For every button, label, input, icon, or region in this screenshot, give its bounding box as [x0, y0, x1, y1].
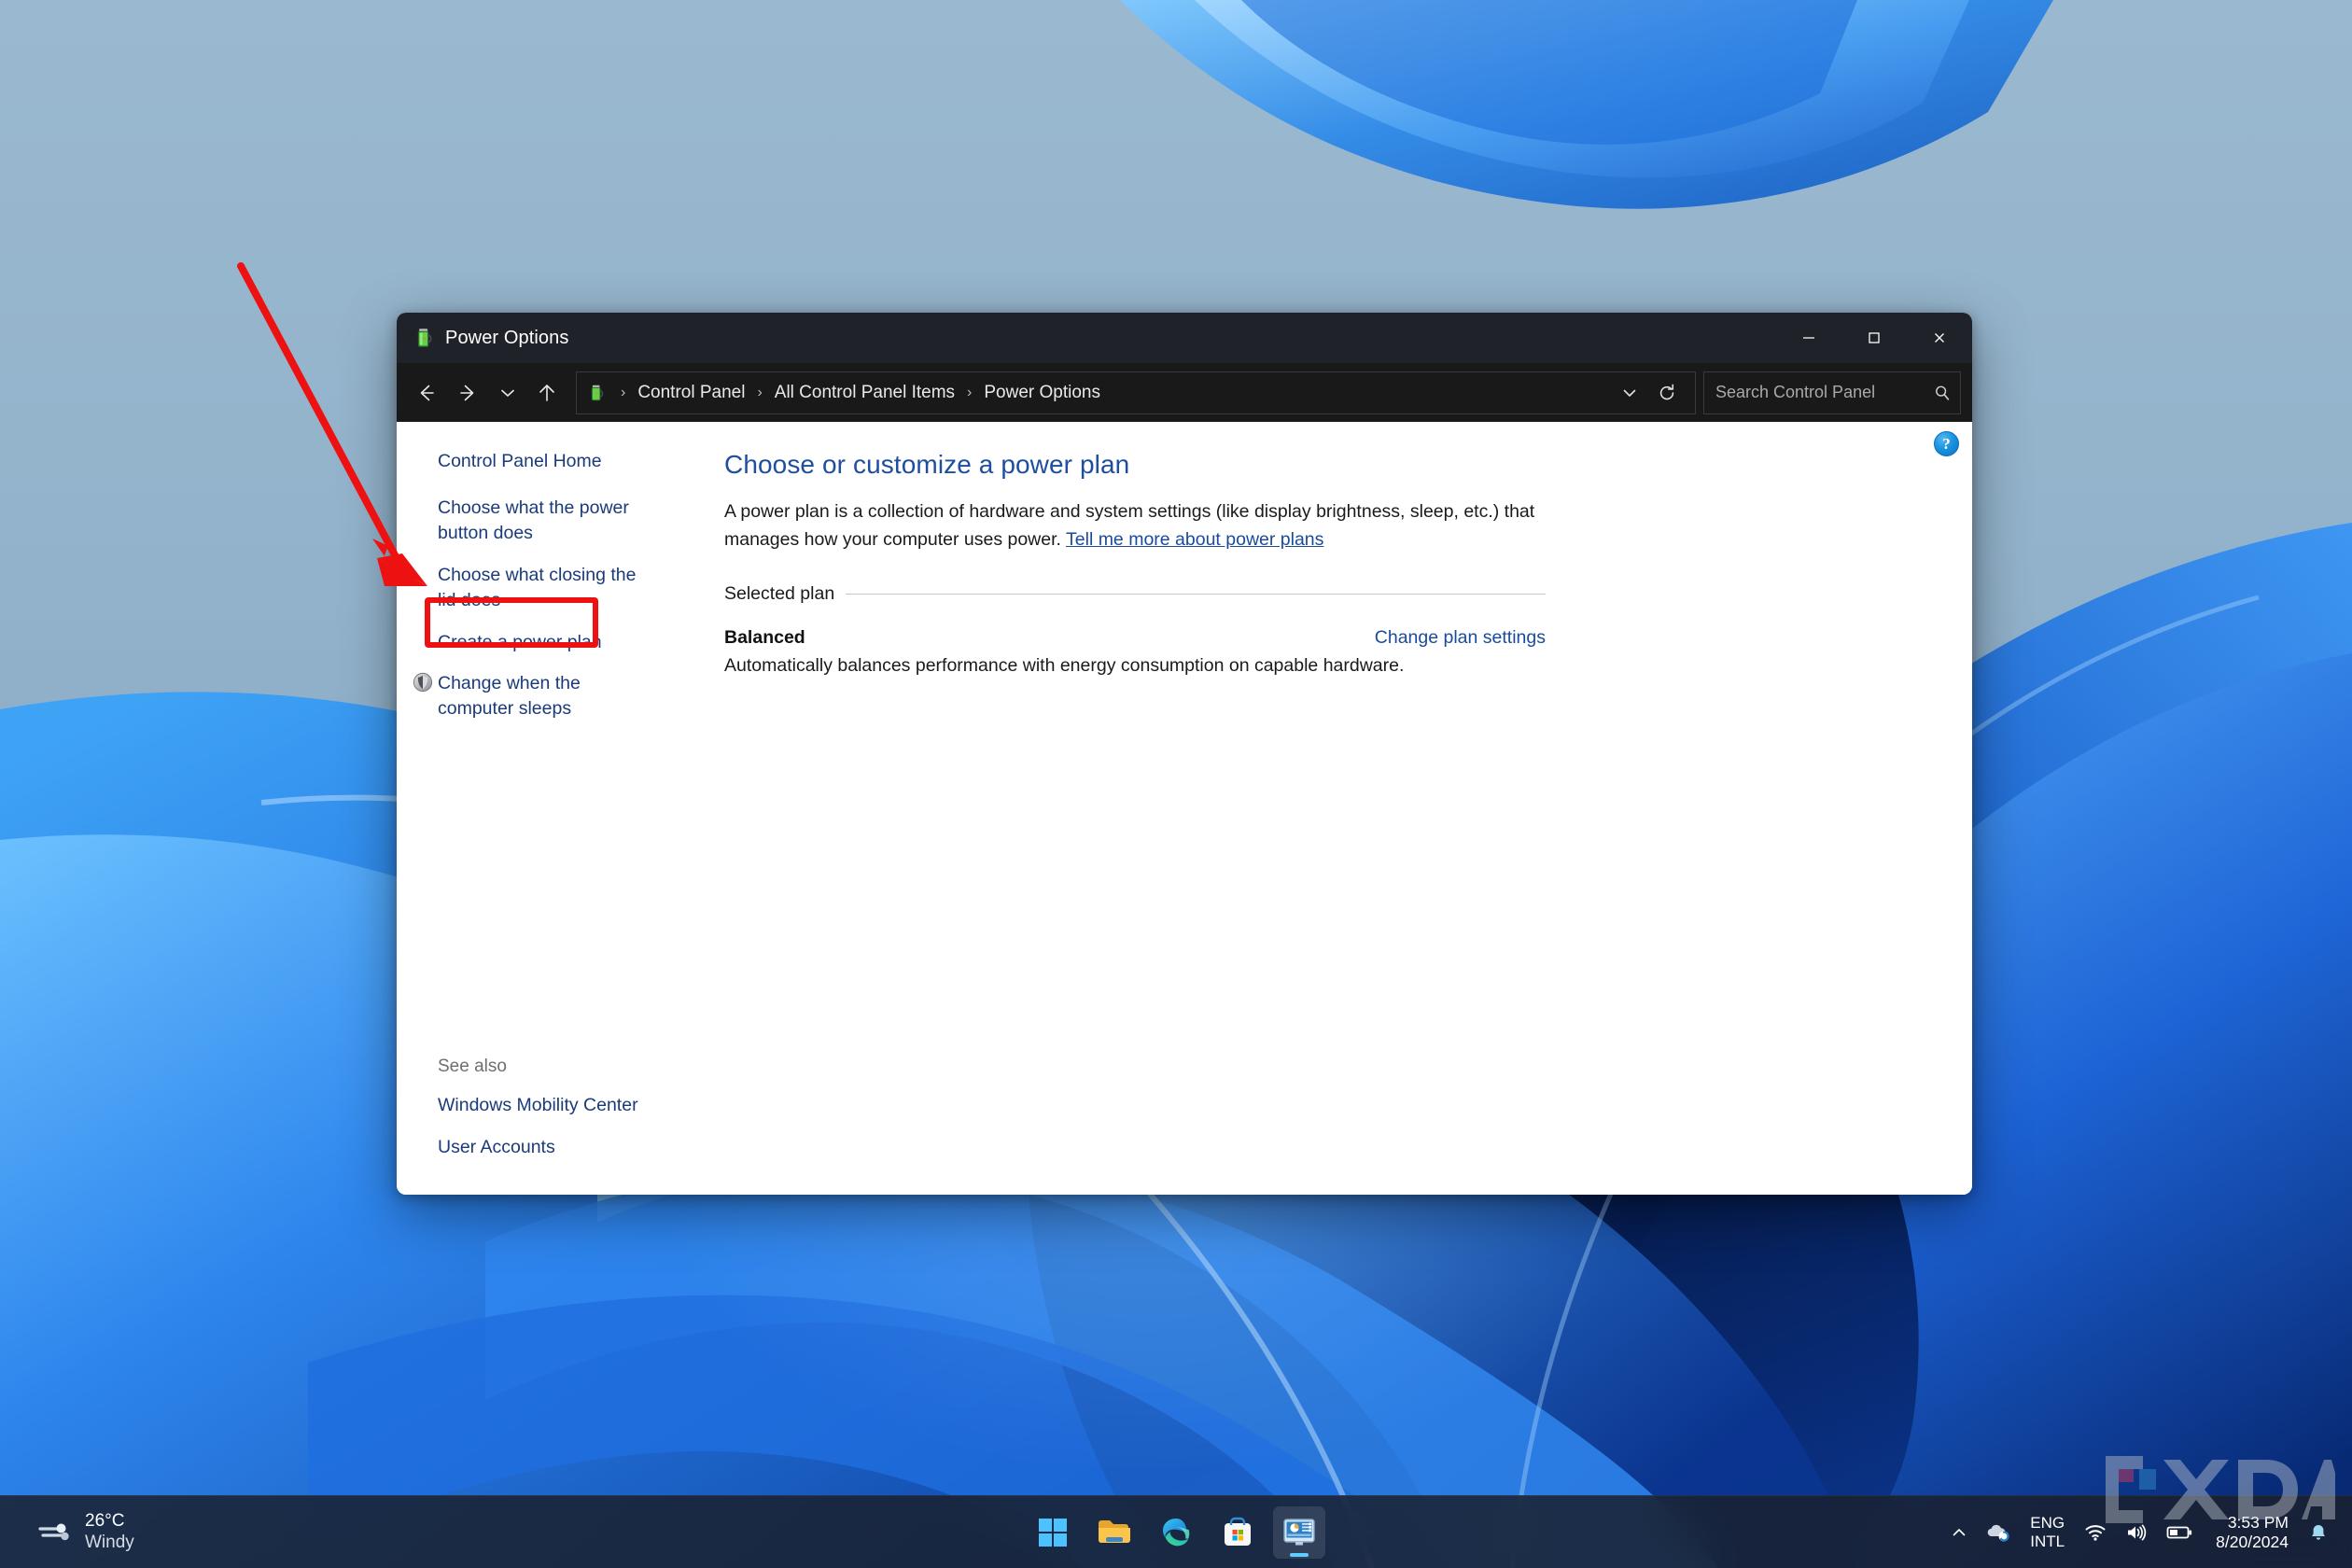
window-title: Power Options: [445, 328, 568, 349]
desktop: Power Options: [0, 0, 2352, 1568]
sidebar-see-also: See also Windows Mobility Center User Ac…: [397, 1057, 681, 1195]
breadcrumb[interactable]: › Control Panel › All Control Panel Item…: [576, 371, 1696, 414]
control-panel-button[interactable]: [1273, 1506, 1325, 1559]
network-button[interactable]: [2076, 1517, 2115, 1548]
windy-icon: [37, 1517, 75, 1548]
breadcrumb-separator-1: ›: [749, 385, 770, 401]
search-input[interactable]: [1715, 383, 1932, 402]
notifications-button[interactable]: [2300, 1516, 2337, 1549]
sidebar-item-windows-mobility-center[interactable]: Windows Mobility Center: [438, 1090, 672, 1121]
window-body: Control Panel Home Choose what the power…: [397, 422, 1972, 1195]
breadcrumb-separator-0: ›: [612, 385, 634, 401]
language-primary: ENG: [2030, 1514, 2065, 1533]
sidebar-gap: [397, 616, 668, 627]
show-hidden-icons-button[interactable]: [1942, 1518, 1976, 1547]
breadcrumb-item-all-control-panel-items[interactable]: All Control Panel Items: [771, 381, 959, 405]
sidebar-item-closing-lid[interactable]: Choose what closing the lid does: [438, 560, 659, 616]
sidebar-item-computer-sleeps[interactable]: Change when the computer sleeps: [438, 668, 659, 724]
refresh-icon[interactable]: [1648, 372, 1686, 413]
plan-name: Balanced: [724, 627, 805, 649]
microsoft-store-button[interactable]: [1211, 1506, 1264, 1559]
window-titlebar[interactable]: Power Options: [397, 313, 1972, 363]
sidebar-gap: [397, 549, 668, 560]
recent-locations-button[interactable]: [490, 371, 525, 414]
sidebar-row-computer-sleeps: Change when the computer sleeps: [397, 668, 668, 724]
clock[interactable]: 3:53 PM 8/20/2024: [2206, 1508, 2298, 1557]
control-panel-icon: [1282, 1517, 1316, 1548]
start-button[interactable]: [1027, 1506, 1079, 1559]
microsoft-edge-button[interactable]: [1150, 1506, 1202, 1559]
power-options-window: Power Options: [397, 313, 1972, 1195]
search-box[interactable]: [1703, 371, 1961, 414]
taskbar-apps: [1027, 1506, 1325, 1559]
battery-icon: [2166, 1524, 2192, 1541]
minimize-button[interactable]: [1776, 313, 1841, 363]
weather-widget[interactable]: 26°C Windy: [26, 1506, 146, 1558]
chevron-up-icon: [1951, 1524, 1967, 1541]
volume-button[interactable]: [2117, 1517, 2156, 1548]
previous-locations-chevron-icon[interactable]: [1611, 372, 1648, 413]
store-icon: [1222, 1517, 1253, 1548]
folder-icon: [1097, 1517, 1132, 1548]
plan-row: Balanced Change plan settings: [724, 627, 1546, 649]
breadcrumb-item-control-panel[interactable]: Control Panel: [634, 381, 749, 405]
windows-logo-icon: [1037, 1517, 1069, 1548]
up-button[interactable]: [525, 371, 568, 414]
weather-text: 26°C Windy: [85, 1511, 134, 1553]
search-icon[interactable]: [1932, 383, 1953, 403]
weather-condition: Windy: [85, 1533, 134, 1553]
sidebar-gap: [397, 1121, 681, 1132]
change-plan-settings-link[interactable]: Change plan settings: [1375, 627, 1546, 649]
address-bar: › Control Panel › All Control Panel Item…: [397, 363, 1972, 422]
page-title: Choose or customize a power plan: [724, 450, 1940, 480]
selected-plan-group-header: Selected plan: [724, 583, 1546, 605]
admin-shield-icon: [413, 672, 433, 693]
back-button[interactable]: [404, 371, 447, 414]
maximize-button[interactable]: [1841, 313, 1907, 363]
breadcrumb-item-power-options[interactable]: Power Options: [980, 381, 1104, 405]
sidebar-item-power-button[interactable]: Choose what the power button does: [438, 493, 659, 549]
sidebar-item-create-power-plan[interactable]: Create a power plan: [438, 627, 659, 658]
sidebar-gap: [397, 657, 668, 668]
clock-time: 3:53 PM: [2228, 1513, 2289, 1533]
sidebar-item-control-panel-home[interactable]: Control Panel Home: [438, 446, 659, 477]
help-icon[interactable]: ?: [1934, 431, 1959, 456]
language-secondary: INTL: [2030, 1533, 2065, 1551]
notification-bell-icon: [2308, 1522, 2329, 1543]
page-description: A power plan is a collection of hardware…: [724, 498, 1564, 553]
sidebar-top-links: Control Panel Home Choose what the power…: [397, 446, 681, 724]
volume-icon: [2125, 1523, 2148, 1542]
group-header-rule: [846, 594, 1546, 595]
breadcrumb-separator-2: ›: [959, 385, 980, 401]
tell-me-more-link[interactable]: Tell me more about power plans: [1066, 529, 1323, 550]
weather-temperature: 26°C: [85, 1511, 134, 1532]
system-tray: ENG INTL: [1942, 1508, 2337, 1557]
battery-button[interactable]: [2158, 1518, 2201, 1547]
forward-button[interactable]: [447, 371, 490, 414]
language-indicator[interactable]: ENG INTL: [2021, 1509, 2074, 1555]
sidebar: Control Panel Home Choose what the power…: [397, 422, 681, 1195]
sidebar-item-user-accounts[interactable]: User Accounts: [438, 1132, 672, 1163]
file-explorer-button[interactable]: [1088, 1506, 1141, 1559]
clock-date: 8/20/2024: [2216, 1533, 2289, 1552]
wifi-icon: [2084, 1523, 2107, 1542]
close-button[interactable]: [1907, 313, 1972, 363]
plan-description: Automatically balances performance with …: [724, 655, 1940, 677]
breadcrumb-power-icon: [586, 383, 607, 403]
edge-icon: [1160, 1517, 1192, 1548]
onedrive-icon: [1986, 1522, 2010, 1543]
sidebar-gap: [397, 477, 668, 493]
window-controls: [1776, 313, 1972, 363]
main-content: ? Choose or customize a power plan A pow…: [681, 422, 1972, 1195]
onedrive-button[interactable]: [1978, 1516, 2019, 1549]
selected-plan-label: Selected plan: [724, 583, 834, 605]
see-also-label: See also: [438, 1057, 681, 1077]
taskbar: 26°C Windy: [0, 1495, 2352, 1568]
power-battery-icon: [412, 326, 436, 350]
